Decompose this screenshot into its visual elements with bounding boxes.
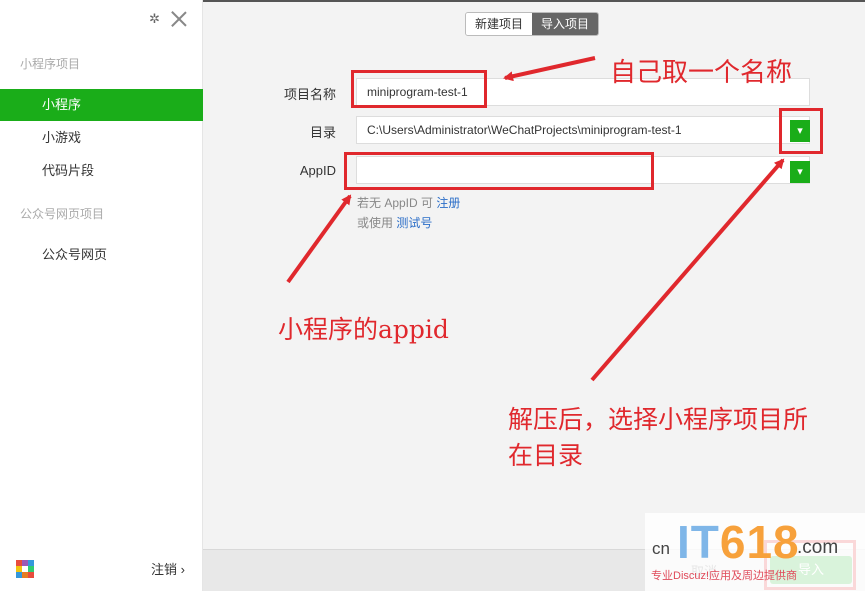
watermark-com: .com (797, 537, 839, 558)
watermark-logo: IT618 (677, 515, 800, 569)
annotation-directory-text-2: 在目录 (508, 441, 584, 470)
watermark-subtitle: 专业Discuz!应用及周边提供商 (651, 570, 798, 582)
arrow-to-name (503, 56, 596, 82)
watermark: cn IT618 .com 专业Discuz!应用及周边提供商 (645, 513, 865, 591)
watermark-618: 618 (719, 516, 800, 568)
arrow-to-appid (286, 194, 352, 284)
annotation-appid-text: 小程序的appid (278, 315, 449, 344)
arrow-to-directory (590, 158, 785, 382)
watermark-cn: cn (652, 539, 670, 558)
annotation-directory-text-1: 解压后，选择小程序项目所 (508, 405, 809, 434)
watermark-it: IT (677, 516, 720, 568)
annotation-name-text: 自己取一个名称 (610, 58, 793, 88)
